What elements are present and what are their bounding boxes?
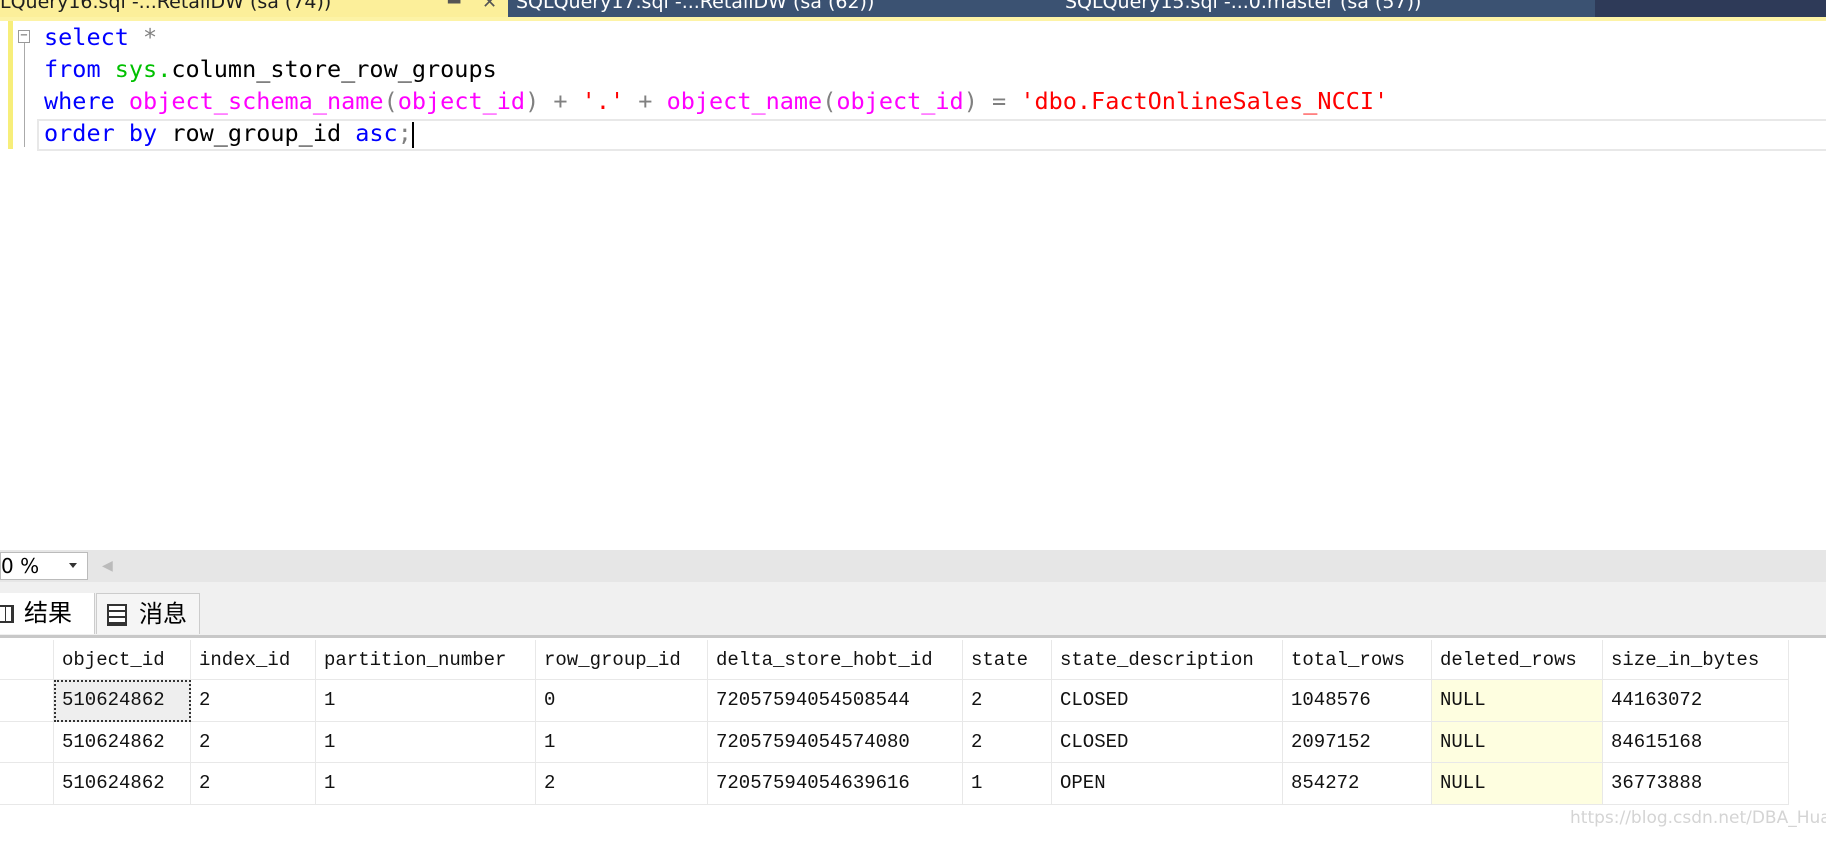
grid-cell[interactable]: 0 (536, 680, 708, 722)
scroll-left-icon[interactable]: ◀ (102, 558, 113, 574)
tab-sqlquery15[interactable]: SQLQuery15.sql -...0.master (sa (57)) (1065, 0, 1595, 17)
tab-results[interactable]: 结果 (0, 593, 95, 634)
code-token-fn: object_id (397, 87, 526, 115)
column-header-state-description[interactable]: state_description (1052, 640, 1283, 680)
column-header-state[interactable]: state (963, 640, 1052, 680)
code-token-kw: where (44, 87, 115, 115)
column-header-total-rows[interactable]: total_rows (1283, 640, 1432, 680)
grid-cell[interactable]: 2 (191, 722, 316, 763)
code-token-op: + (624, 87, 667, 115)
document-tab-bar: LQuery16.sql -...RetailDW (sa (74)) ▀ ✕ … (0, 0, 1826, 17)
fold-line (24, 43, 25, 147)
grid-cell[interactable]: NULL (1432, 763, 1603, 805)
tab-label: SQLQuery15.sql -...0.master (sa (57)) (1065, 0, 1422, 13)
code-token-op: ( (383, 87, 398, 115)
grid-cell[interactable]: 2 (191, 680, 316, 722)
code-token-op: ) = (963, 87, 1021, 115)
grid-cell[interactable]: 72057594054574080 (708, 722, 963, 763)
tab-label: 结果 (24, 599, 72, 627)
grid-cell[interactable]: 2 (963, 722, 1052, 763)
zoom-select[interactable]: 0 % (0, 552, 88, 580)
grid-cell[interactable]: 1 (316, 763, 536, 805)
code-token-op: * (128, 23, 158, 51)
zoom-value: 0 % (1, 554, 40, 578)
code-token-op: ) + (525, 87, 582, 115)
column-header-partition-number[interactable]: partition_number (316, 640, 536, 680)
grid-icon (0, 605, 14, 623)
code-token-id (115, 87, 129, 115)
code-token-id: row_group_id (157, 119, 356, 147)
code-token-id (101, 55, 115, 83)
grid-cell[interactable]: CLOSED (1052, 680, 1283, 722)
grid-cell[interactable]: 854272 (1283, 763, 1432, 805)
tab-sqlquery16[interactable]: LQuery16.sql -...RetailDW (sa (74)) ▀ ✕ (0, 0, 508, 17)
code-token-kw: select (44, 23, 129, 51)
code-token-fn: object_name (666, 87, 823, 115)
grid-cell[interactable]: 2097152 (1283, 722, 1432, 763)
grid-cell[interactable]: 510624862 (54, 763, 191, 805)
change-indicator (8, 21, 13, 149)
code-token-op: ; (397, 119, 412, 147)
tab-label: LQuery16.sql -...RetailDW (sa (74)) (0, 0, 332, 13)
grid-cell[interactable]: 2 (963, 680, 1052, 722)
grid-cell[interactable]: OPEN (1052, 763, 1283, 805)
grid-cell[interactable]: 44163072 (1603, 680, 1789, 722)
column-header-delta-store-hobt-id[interactable]: delta_store_hobt_id (708, 640, 963, 680)
grid-cell[interactable]: CLOSED (1052, 722, 1283, 763)
grid-cell[interactable]: 1 (316, 680, 536, 722)
code-token-id: column_store_row_groups (171, 55, 497, 83)
tab-label: 消息 (139, 600, 187, 628)
messages-icon (107, 604, 127, 626)
chevron-down-icon[interactable] (69, 563, 77, 568)
code-token-fn: object_schema_name (128, 87, 384, 115)
code-token-kw: from (44, 55, 101, 83)
tab-messages[interactable]: 消息 (96, 593, 200, 634)
row-header[interactable] (0, 763, 54, 805)
column-header-object-id[interactable]: object_id (54, 640, 191, 680)
row-header[interactable] (0, 680, 54, 722)
grid-cell[interactable]: 72057594054639616 (708, 763, 963, 805)
watermark: https://blog.csdn.net/DBA_Huangzj (1570, 808, 1826, 828)
grid-cell[interactable]: NULL (1432, 680, 1603, 722)
column-header-size-in-bytes[interactable]: size_in_bytes (1603, 640, 1789, 680)
code-token-str: 'dbo.FactOnlineSales_NCCI' (1020, 87, 1389, 115)
query-editor[interactable]: − select * from sys.column_store_row_grou… (0, 21, 1826, 550)
code-line[interactable]: where object_schema_name(object_id) + '.… (44, 85, 1388, 117)
code-token-sys: sys. (114, 55, 172, 83)
tab-label: SQLQuery17.sql -...RetailDW (sa (62)) (516, 0, 875, 13)
pin-icon[interactable]: ▀ (448, 0, 460, 13)
code-line[interactable]: order by row_group_id asc; (44, 117, 1388, 149)
code-token-str: '.' (581, 87, 625, 115)
grid-cell[interactable]: 2 (536, 763, 708, 805)
grid-cell[interactable]: 510624862 (54, 722, 191, 763)
code-token-kw: asc (355, 119, 398, 147)
code-token-kw: order by (44, 119, 158, 147)
grid-cell[interactable]: 1048576 (1283, 680, 1432, 722)
grid-cell[interactable]: 510624862 (54, 680, 191, 722)
column-header-row-group-id[interactable]: row_group_id (536, 640, 708, 680)
corner-header[interactable] (0, 640, 54, 680)
code-text[interactable]: select * from sys.column_store_row_groups… (44, 21, 1388, 149)
code-token-fn: object_id (836, 87, 964, 115)
column-header-index-id[interactable]: index_id (191, 640, 316, 680)
result-tabs: 结果 消息 (0, 582, 1826, 638)
zoom-bar: 0 % ◀ (0, 550, 1826, 582)
grid-cell[interactable]: 72057594054508544 (708, 680, 963, 722)
grid-cell[interactable]: 36773888 (1603, 763, 1789, 805)
grid-cell[interactable]: 1 (316, 722, 536, 763)
text-caret (411, 121, 414, 148)
column-header-deleted-rows[interactable]: deleted_rows (1432, 640, 1603, 680)
grid-cell[interactable]: 1 (536, 722, 708, 763)
close-icon[interactable]: ✕ (482, 0, 497, 12)
grid-cell[interactable]: 2 (191, 763, 316, 805)
code-line[interactable]: select * (44, 21, 1388, 53)
code-token-op: ( (822, 87, 837, 115)
code-line[interactable]: from sys.column_store_row_groups (44, 53, 1388, 85)
grid-cell[interactable]: 1 (963, 763, 1052, 805)
row-header[interactable] (0, 722, 54, 763)
grid-cell[interactable]: 84615168 (1603, 722, 1789, 763)
grid-cell[interactable]: NULL (1432, 722, 1603, 763)
collapse-icon[interactable]: − (18, 30, 30, 43)
